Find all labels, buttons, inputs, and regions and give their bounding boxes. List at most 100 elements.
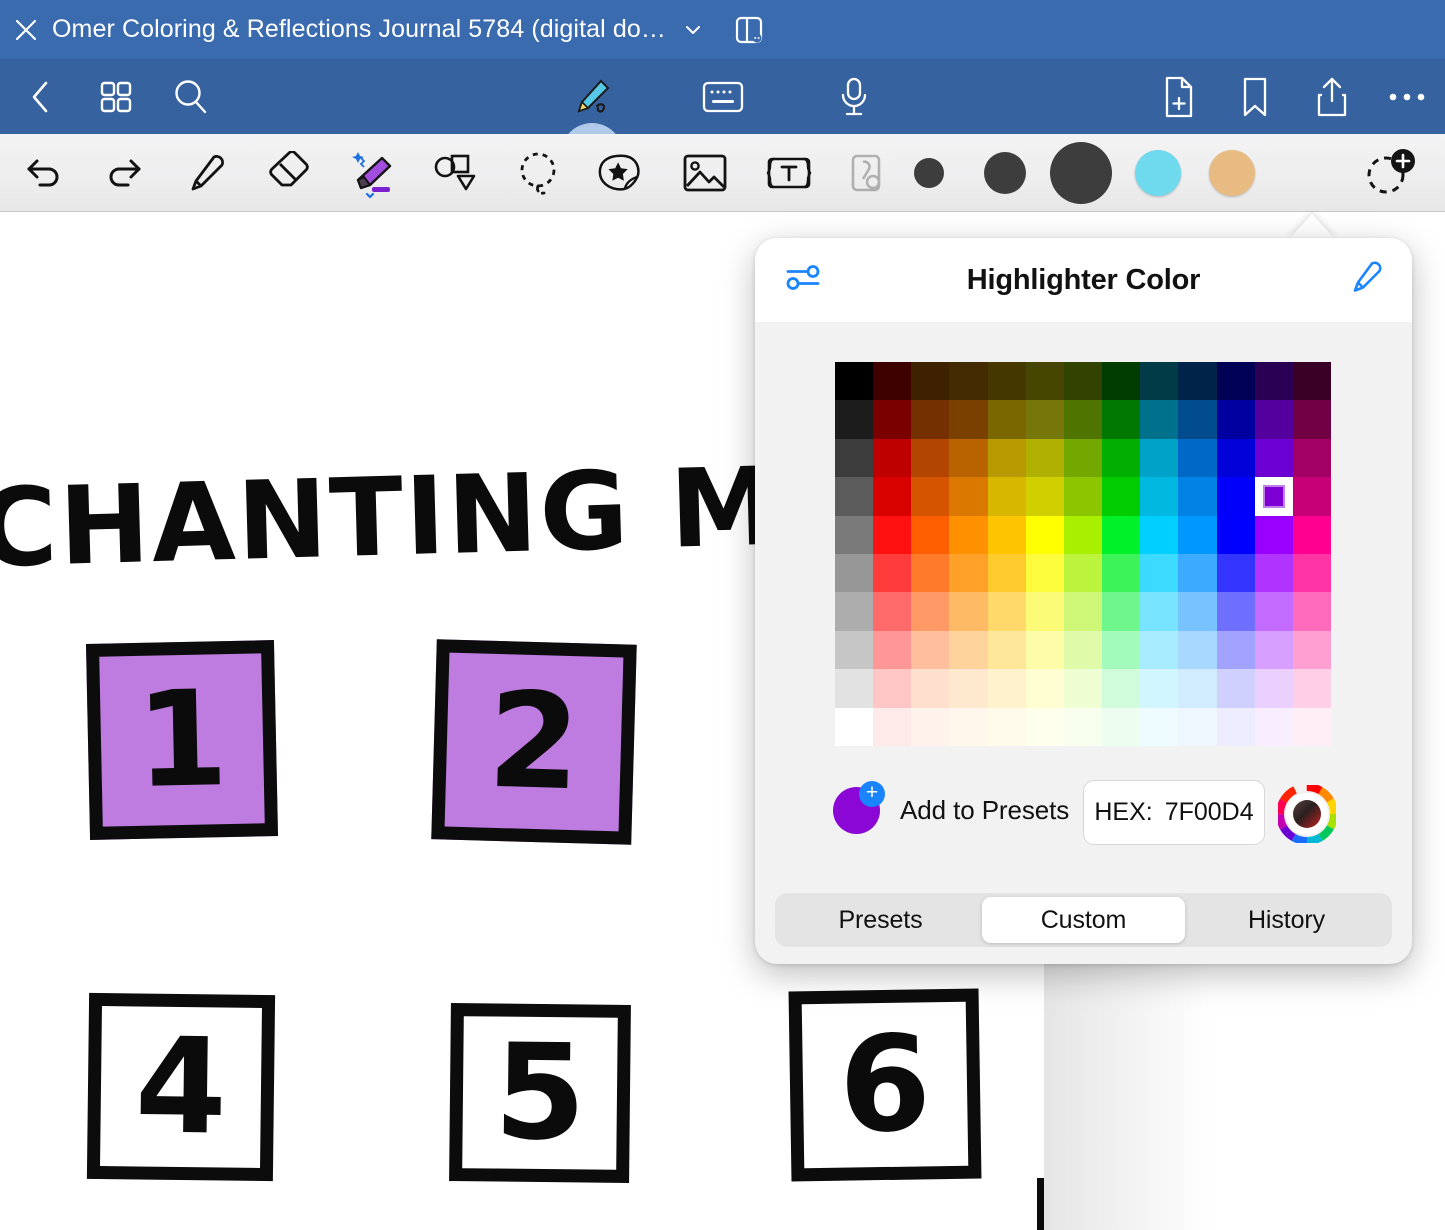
color-cell[interactable] xyxy=(911,592,950,631)
color-cell[interactable] xyxy=(949,592,988,631)
color-cell[interactable] xyxy=(835,592,874,631)
color-cell[interactable] xyxy=(1292,707,1331,746)
color-cell[interactable] xyxy=(1254,592,1293,631)
color-cell[interactable] xyxy=(1216,438,1255,478)
color-cell[interactable] xyxy=(949,438,988,478)
image-tool[interactable] xyxy=(680,150,730,196)
color-cell[interactable] xyxy=(911,554,950,593)
color-cell[interactable] xyxy=(1063,515,1103,554)
color-cell[interactable] xyxy=(911,477,950,516)
color-cell[interactable] xyxy=(1178,515,1217,554)
color-cell[interactable] xyxy=(1063,400,1103,439)
color-cell[interactable] xyxy=(1102,630,1141,670)
color-cell[interactable] xyxy=(1254,554,1293,593)
color-cell[interactable] xyxy=(987,630,1026,670)
color-cell[interactable] xyxy=(873,669,912,708)
shapes-tool[interactable] xyxy=(430,149,480,197)
color-cell[interactable] xyxy=(1102,554,1141,593)
color-cell[interactable] xyxy=(987,707,1026,746)
color-cell[interactable] xyxy=(1025,630,1064,670)
color-cell[interactable] xyxy=(1025,554,1064,593)
color-cell[interactable] xyxy=(1216,592,1255,631)
color-cell[interactable] xyxy=(1216,707,1255,746)
color-cell[interactable] xyxy=(1254,438,1293,478)
color-cell[interactable] xyxy=(873,400,912,439)
color-cell[interactable] xyxy=(949,630,988,670)
keyboard-button[interactable] xyxy=(700,77,746,117)
bookmark-button[interactable] xyxy=(1235,74,1275,120)
color-grid[interactable] xyxy=(835,362,1331,746)
search-button[interactable] xyxy=(168,74,214,120)
edit-mode-button[interactable] xyxy=(570,74,616,120)
color-cell[interactable] xyxy=(1292,477,1331,516)
pen-tool[interactable] xyxy=(182,149,230,197)
color-cell[interactable] xyxy=(835,438,874,478)
color-cell[interactable] xyxy=(1102,362,1141,401)
color-cell[interactable] xyxy=(911,515,950,554)
color-cell[interactable] xyxy=(1178,477,1217,516)
color-cell[interactable] xyxy=(1102,477,1141,516)
color-cell[interactable] xyxy=(1254,477,1293,516)
color-cell[interactable] xyxy=(1025,515,1064,554)
tab-history[interactable]: History xyxy=(1185,897,1388,943)
color-swatch-tan[interactable] xyxy=(1209,149,1255,196)
color-cell[interactable] xyxy=(1140,707,1179,746)
thickness-medium[interactable] xyxy=(984,151,1026,194)
color-cell[interactable] xyxy=(1025,477,1064,516)
color-cell[interactable] xyxy=(1216,477,1255,516)
color-cell[interactable] xyxy=(987,592,1026,631)
thickness-small[interactable] xyxy=(914,157,944,188)
color-cell[interactable] xyxy=(911,707,950,746)
color-cell[interactable] xyxy=(1063,707,1103,746)
color-cell[interactable] xyxy=(1140,515,1179,554)
thickness-large[interactable] xyxy=(1050,141,1112,204)
color-cell[interactable] xyxy=(835,707,874,746)
color-cell[interactable] xyxy=(1178,669,1217,708)
eyedropper-icon[interactable] xyxy=(1346,259,1384,302)
color-cell[interactable] xyxy=(1292,438,1331,478)
color-cell[interactable] xyxy=(1102,515,1141,554)
partial-tool[interactable] xyxy=(845,150,889,196)
color-cell[interactable] xyxy=(1216,515,1255,554)
color-cell[interactable] xyxy=(987,554,1026,593)
color-cell[interactable] xyxy=(1254,400,1293,439)
color-cell[interactable] xyxy=(1292,592,1331,631)
color-cell[interactable] xyxy=(1063,554,1103,593)
color-cell[interactable] xyxy=(987,400,1026,439)
color-cell[interactable] xyxy=(835,362,874,401)
color-cell[interactable] xyxy=(1063,630,1103,670)
color-cell[interactable] xyxy=(873,630,912,670)
sticker-tool[interactable] xyxy=(596,150,646,196)
color-cell[interactable] xyxy=(949,669,988,708)
color-cell[interactable] xyxy=(1216,362,1255,401)
color-wheel-icon[interactable] xyxy=(1276,783,1338,845)
color-cell[interactable] xyxy=(911,630,950,670)
color-cell[interactable] xyxy=(949,477,988,516)
color-cell[interactable] xyxy=(911,438,950,478)
color-cell[interactable] xyxy=(1025,592,1064,631)
color-cell[interactable] xyxy=(1292,554,1331,593)
color-cell[interactable] xyxy=(1216,400,1255,439)
color-cell[interactable] xyxy=(949,515,988,554)
color-cell[interactable] xyxy=(1254,707,1293,746)
thumbnails-button[interactable] xyxy=(94,75,138,119)
color-cell[interactable] xyxy=(1292,400,1331,439)
color-cell[interactable] xyxy=(1102,438,1141,478)
back-button[interactable] xyxy=(22,75,60,119)
color-cell[interactable] xyxy=(1178,707,1217,746)
color-cell[interactable] xyxy=(1025,400,1064,439)
color-cell[interactable] xyxy=(1063,362,1103,401)
color-cell[interactable] xyxy=(873,477,912,516)
color-cell[interactable] xyxy=(1140,669,1179,708)
color-cell[interactable] xyxy=(1025,438,1064,478)
color-cell[interactable] xyxy=(1178,592,1217,631)
color-cell[interactable] xyxy=(873,362,912,401)
color-cell[interactable] xyxy=(1254,669,1293,708)
color-cell[interactable] xyxy=(987,669,1026,708)
color-cell[interactable] xyxy=(1140,630,1179,670)
add-color-button[interactable] xyxy=(1362,147,1418,199)
color-mode-tabs[interactable]: Presets Custom History xyxy=(775,893,1392,947)
color-cell[interactable] xyxy=(1063,477,1103,516)
color-cell[interactable] xyxy=(1254,362,1293,401)
color-cell[interactable] xyxy=(911,400,950,439)
